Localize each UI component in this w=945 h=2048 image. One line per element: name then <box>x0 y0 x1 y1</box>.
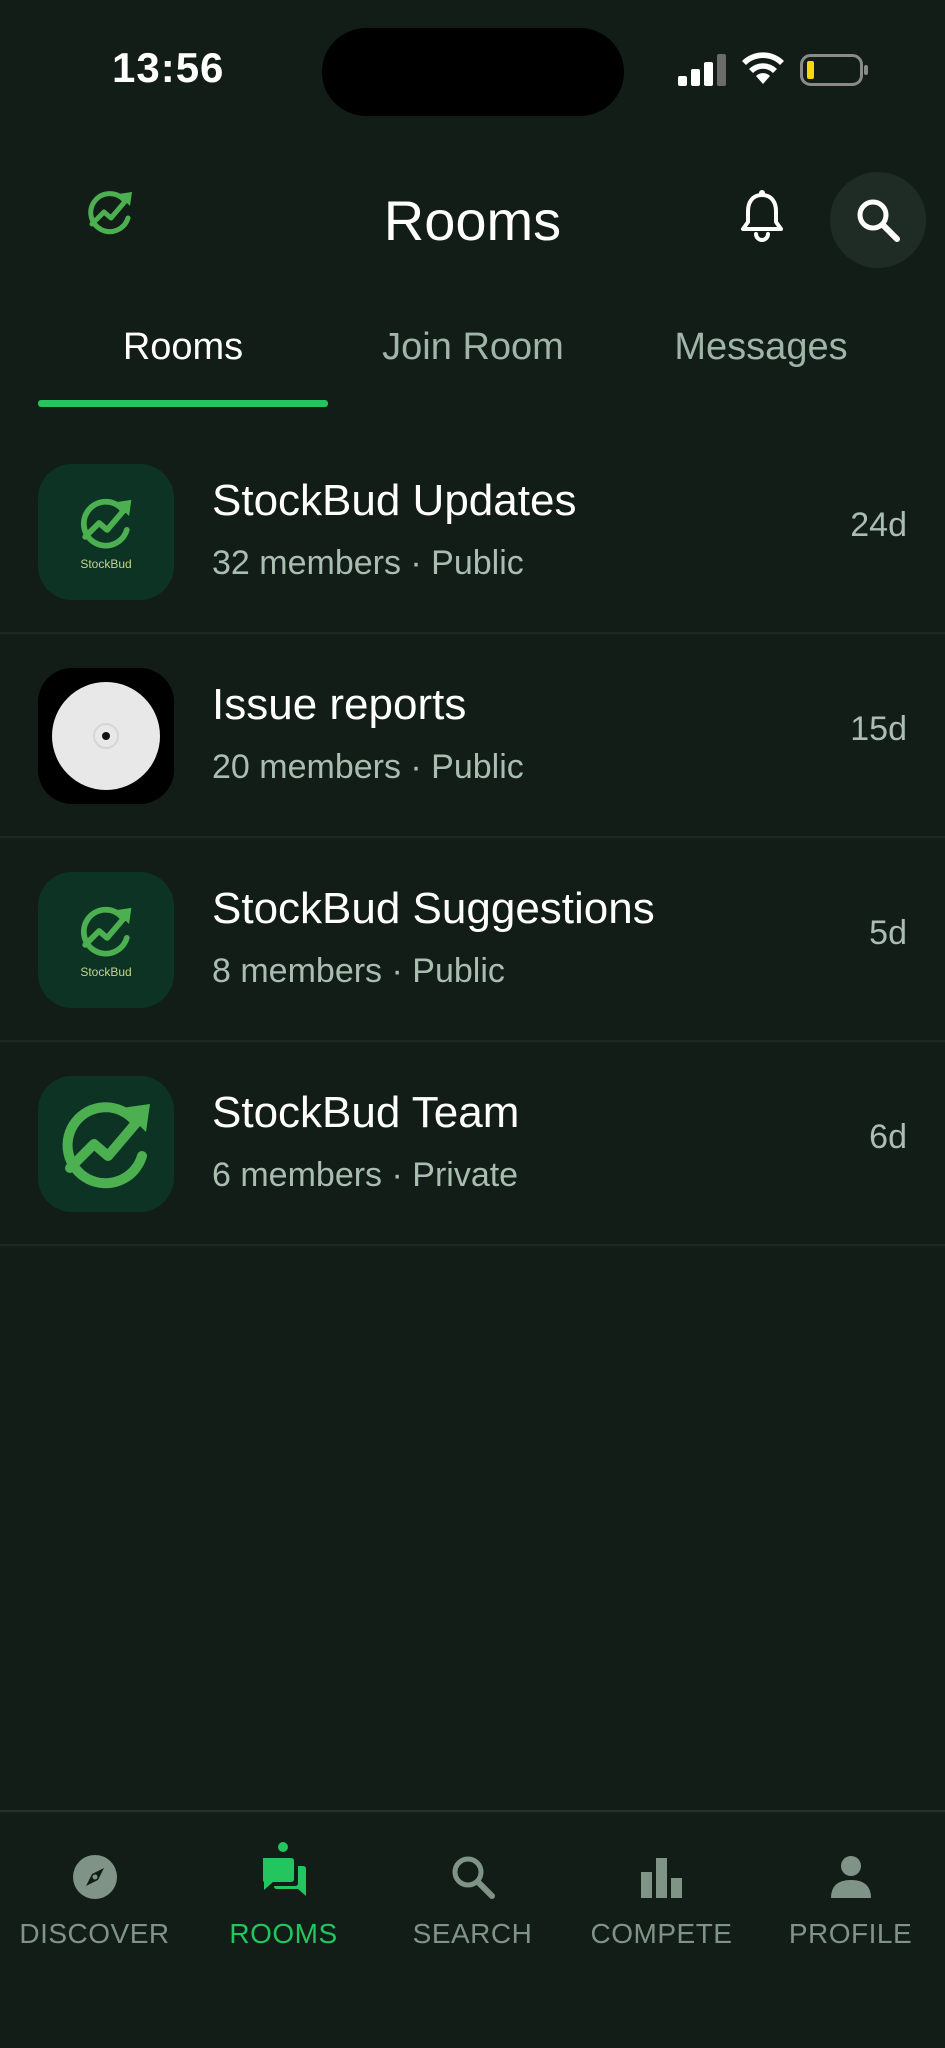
nav-label: ROOMS <box>229 1918 338 1949</box>
room-list: StockBud StockBud Updates 32 members · P… <box>0 430 945 1246</box>
compass-icon <box>72 1855 117 1899</box>
room-row-stockbud-suggestions[interactable]: StockBud StockBud Suggestions 8 members … <box>0 838 945 1042</box>
nav-profile[interactable]: PROFILE <box>756 1852 945 1972</box>
room-name: Issue reports <box>212 680 467 729</box>
room-avatar: StockBud <box>38 872 174 1008</box>
room-time: 6d <box>869 1118 907 1156</box>
tab-messages[interactable]: Messages <box>616 320 906 410</box>
room-row-issue-reports[interactable]: Issue reports 20 members · Public 15d <box>0 634 945 838</box>
bell-icon[interactable] <box>740 190 784 242</box>
room-meta: 32 members · Public <box>212 544 524 582</box>
stockbud-logo-icon <box>80 498 132 549</box>
avatar-brand-text: StockBud <box>80 557 132 571</box>
search-icon <box>452 1856 495 1899</box>
tab-bar: Rooms Join Room Messages <box>0 320 945 410</box>
status-time: 13:56 <box>112 44 225 91</box>
room-avatar: StockBud <box>38 464 174 600</box>
room-name: StockBud Suggestions <box>212 884 655 933</box>
page-title: Rooms <box>383 189 562 252</box>
nav-search[interactable]: SEARCH <box>378 1852 567 1972</box>
nav-label: COMPETE <box>590 1918 733 1949</box>
room-avatar <box>38 1076 174 1212</box>
search-icon <box>857 199 900 242</box>
tab-join-room[interactable]: Join Room <box>328 320 618 410</box>
room-row-stockbud-updates[interactable]: StockBud StockBud Updates 32 members · P… <box>0 430 945 634</box>
header: Rooms <box>0 160 945 280</box>
stockbud-logo-icon <box>80 906 132 957</box>
bottom-nav: DISCOVER ROOMS SEARCH COMPETE PROFILE <box>0 1810 945 2048</box>
room-time: 5d <box>869 914 907 952</box>
tab-rooms[interactable]: Rooms <box>38 320 328 410</box>
room-time: 24d <box>850 506 907 544</box>
battery-icon <box>800 54 868 86</box>
room-meta: 6 members · Private <box>212 1156 519 1194</box>
search-button[interactable] <box>830 172 926 268</box>
room-name: StockBud Updates <box>212 476 577 525</box>
dynamic-island <box>322 28 624 116</box>
active-tab-indicator <box>38 400 328 407</box>
room-meta: 20 members · Public <box>212 748 524 786</box>
person-icon <box>830 1856 871 1898</box>
nav-label: SEARCH <box>412 1918 533 1949</box>
bar-chart-icon <box>640 1858 682 1898</box>
nav-rooms[interactable]: ROOMS <box>189 1842 378 1972</box>
nav-discover[interactable]: DISCOVER <box>0 1852 189 1972</box>
chat-icon <box>262 1858 306 1896</box>
room-time: 15d <box>850 710 907 748</box>
active-indicator-dot <box>278 1842 288 1852</box>
nav-label: PROFILE <box>788 1918 913 1949</box>
room-avatar <box>38 668 174 804</box>
room-name: StockBud Team <box>212 1088 520 1137</box>
signal-icon <box>678 54 726 86</box>
nav-compete[interactable]: COMPETE <box>567 1852 756 1972</box>
wifi-icon <box>742 52 784 84</box>
stockbud-logo-icon <box>62 1102 150 1189</box>
disc-icon <box>52 682 160 790</box>
room-row-stockbud-team[interactable]: StockBud Team 6 members · Private 6d <box>0 1042 945 1246</box>
avatar-brand-text: StockBud <box>80 965 132 979</box>
status-bar: 13:56 <box>0 0 945 140</box>
nav-label: DISCOVER <box>19 1918 170 1949</box>
room-meta: 8 members · Public <box>212 952 505 990</box>
